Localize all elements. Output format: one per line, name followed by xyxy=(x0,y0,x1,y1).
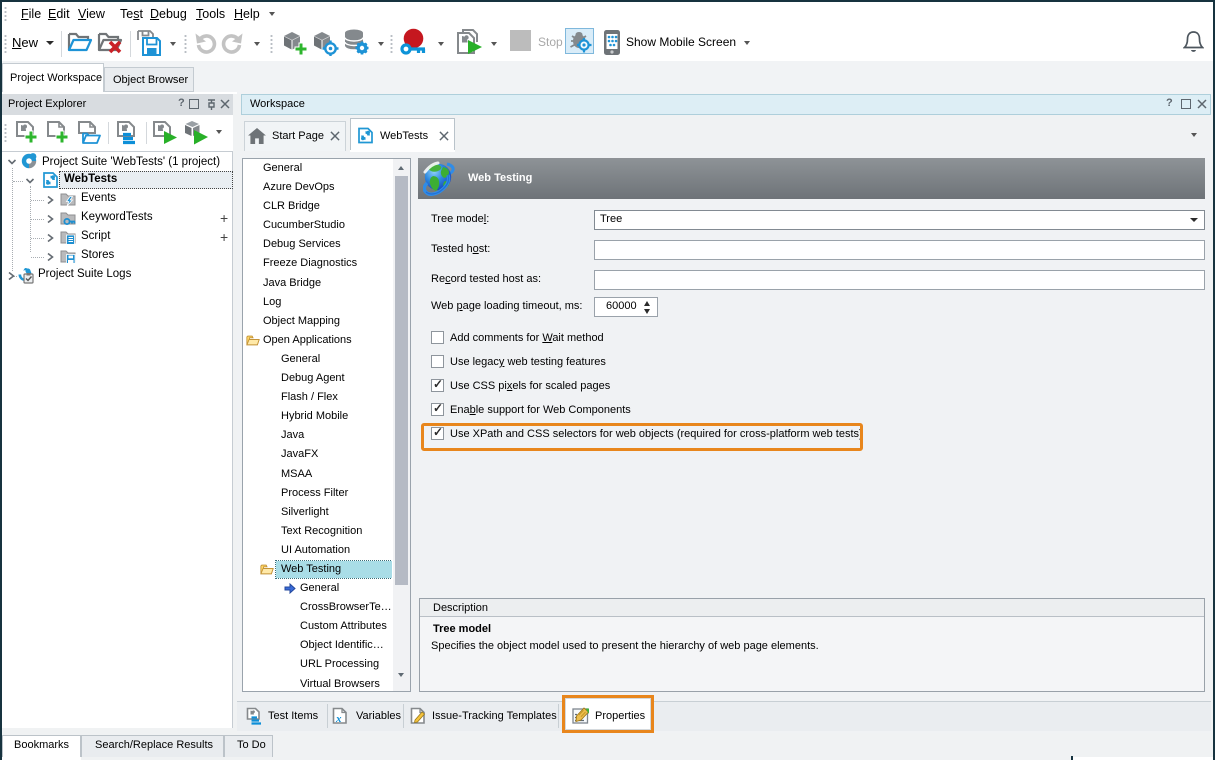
svg-text:x: x xyxy=(335,713,342,725)
